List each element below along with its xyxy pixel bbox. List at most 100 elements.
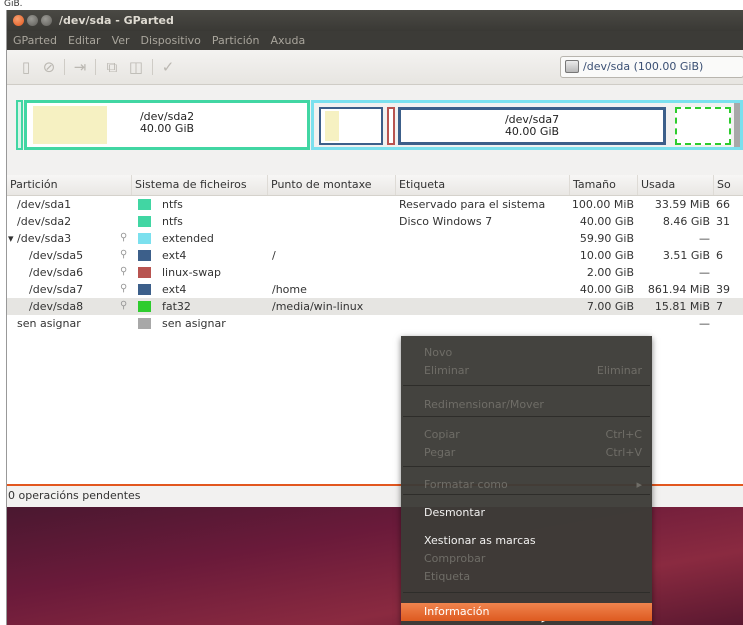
cell-mountpoint: /home	[272, 283, 307, 296]
cell-mountpoint	[272, 264, 394, 281]
lock-icon: ⚲	[120, 232, 128, 243]
device-selector[interactable]: /dev/sda (100.00 GiB)	[560, 56, 743, 78]
table-row[interactable]: sen asignar sen asignar —	[7, 315, 743, 332]
cell-label	[399, 230, 569, 247]
partial-caption: GiB.	[0, 0, 743, 10]
toolbar-separator	[95, 59, 96, 75]
row-expander-icon[interactable]	[8, 281, 20, 298]
maximize-icon[interactable]	[41, 15, 52, 26]
column-header-filesystem[interactable]: Sistema de ficheiros	[132, 175, 268, 195]
table-row[interactable]: /dev/sda1 ntfs Reservado para el sistema 10…	[7, 196, 743, 213]
menu-item-eliminar[interactable]: Eliminar Eliminar	[401, 362, 652, 380]
partition-block-unallocated[interactable]	[734, 103, 740, 147]
menu-separator	[403, 416, 650, 417]
partition-usage-fill	[325, 111, 339, 141]
column-header-label[interactable]: Etiqueta	[396, 175, 570, 195]
new-icon[interactable]: ▯	[17, 58, 35, 76]
filesystem-color-swatch	[138, 233, 151, 244]
cell-partition: sen asignar	[17, 317, 81, 330]
table-row[interactable]: /dev/sda7 ⚲ ext4/home 40.00 GiB 861.94 MiB 39	[7, 281, 743, 298]
menu-item-label: Redimensionar/Mover	[424, 398, 544, 411]
table-row[interactable]: /dev/sda5 ⚲ ext4 / 10.00 GiB 3.51 GiB 6	[7, 247, 743, 264]
menu-separator	[403, 385, 650, 386]
row-expander-icon[interactable]	[8, 298, 20, 315]
menu-item-label: Formatar como	[424, 478, 508, 491]
partition-block-sda5[interactable]	[319, 107, 383, 145]
menu-dispositivo[interactable]: Dispositivo	[135, 31, 206, 50]
menu-axuda[interactable]: Axuda	[265, 31, 311, 50]
cell-mountpoint	[272, 196, 394, 213]
cell-mountpoint: /media/win-linux	[272, 300, 364, 313]
menu-item-label: Xestionar as marcas	[424, 534, 536, 547]
partition-block-sda6[interactable]	[387, 107, 395, 145]
partition-block-sda2[interactable]: /dev/sda2 40.00 GiB	[24, 100, 310, 150]
menu-item-pegar[interactable]: Pegar Ctrl+V	[401, 444, 652, 462]
cell-size: 59.90 GiB	[579, 232, 634, 245]
table-row[interactable]: /dev/sda8 ⚲ fat32/media/win-linux 7.00 GiB 1…	[7, 298, 743, 315]
menu-editar[interactable]: Editar	[62, 31, 106, 50]
column-header-unused[interactable]: So	[714, 175, 743, 195]
cell-used: —	[699, 317, 710, 330]
cell-unused	[716, 264, 743, 281]
delete-icon[interactable]: ⊘	[40, 58, 58, 76]
close-icon[interactable]	[13, 15, 24, 26]
filesystem-color-swatch	[138, 199, 151, 210]
cell-used: —	[699, 232, 710, 245]
cell-unused: 31	[716, 215, 730, 228]
column-header-mountpoint[interactable]: Punto de montaxe	[268, 175, 396, 195]
menu-item-etiqueta[interactable]: Etiqueta	[401, 568, 652, 586]
table-row[interactable]: ▾/dev/sda3 ⚲ extended 59.90 GiB —	[7, 230, 743, 247]
cell-size: 40.00 GiB	[579, 215, 634, 228]
resize-icon[interactable]: ⇥	[71, 58, 89, 76]
menu-gparted[interactable]: GParted	[7, 31, 62, 50]
column-header-size[interactable]: Tamaño	[570, 175, 638, 195]
menu-item-label: Comprobar	[424, 552, 486, 565]
menu-item-desmontar[interactable]: Desmontar	[401, 504, 652, 522]
filesystem-color-swatch	[138, 284, 151, 295]
cell-unused: 6	[716, 249, 723, 262]
cell-size: 7.00 GiB	[586, 300, 634, 313]
column-header-used[interactable]: Usada	[638, 175, 714, 195]
toolbar-separator	[152, 59, 153, 75]
row-expander-icon[interactable]	[8, 264, 20, 281]
partition-block-sda3-extended[interactable]: /dev/sda7 40.00 GiB	[311, 100, 743, 150]
cell-partition: /dev/sda1	[17, 198, 72, 211]
cell-partition: /dev/sda2	[17, 215, 72, 228]
menu-item-label: Pegar	[424, 446, 456, 459]
table-row[interactable]: /dev/sda2 ntfs Disco Windows 7 40.00 GiB 8.4…	[7, 213, 743, 230]
apply-icon[interactable]: ✓	[159, 58, 177, 76]
menu-ver[interactable]: Ver	[106, 31, 135, 50]
row-expander-icon[interactable]	[8, 247, 20, 264]
copy-icon[interactable]: ⧉	[103, 58, 121, 76]
toolbar-separator	[64, 59, 65, 75]
menu-item-label: Desmontar	[424, 506, 485, 519]
menu-item-xestionar-as-marcas[interactable]: Xestionar as marcas	[401, 532, 652, 550]
minimize-icon[interactable]	[27, 15, 38, 26]
title-bar: /dev/sda - GParted	[7, 10, 743, 31]
column-header-partition[interactable]: Partición	[7, 175, 132, 195]
cell-unused: 39	[716, 283, 730, 296]
cell-unused: 66	[716, 198, 730, 211]
menu-particion[interactable]: Partición	[206, 31, 265, 50]
filesystem-color-swatch	[138, 318, 151, 329]
cell-label	[399, 247, 569, 264]
paste-icon[interactable]: ◫	[127, 58, 145, 76]
cell-filesystem: fat32	[162, 300, 191, 313]
cell-unused	[716, 230, 743, 247]
partition-block-sda8[interactable]	[675, 107, 731, 145]
menu-item-formatar-como[interactable]: Formatar como ▸	[401, 476, 652, 494]
menu-item-copiar[interactable]: Copiar Ctrl+C	[401, 426, 652, 444]
cell-mountpoint	[272, 230, 394, 247]
device-selector-label: /dev/sda (100.00 GiB)	[583, 60, 704, 73]
menu-item-comprobar[interactable]: Comprobar	[401, 550, 652, 568]
partition-block-sda7[interactable]: /dev/sda7 40.00 GiB	[398, 107, 666, 145]
partition-block-sda1[interactable]	[16, 100, 23, 150]
table-row[interactable]: /dev/sda6 ⚲ linux-swap 2.00 GiB —	[7, 264, 743, 281]
cell-used: 15.81 MiB	[654, 300, 710, 313]
menu-item-novo[interactable]: Novo	[401, 344, 652, 362]
menu-item-redimensionar-mover[interactable]: Redimensionar/Mover	[401, 396, 652, 414]
menu-item-informacion[interactable]: Información	[401, 603, 652, 621]
partition-map-sda7-size: 40.00 GiB	[504, 125, 560, 138]
cell-mountpoint: /	[272, 249, 276, 262]
cell-partition: /dev/sda7	[29, 283, 84, 296]
